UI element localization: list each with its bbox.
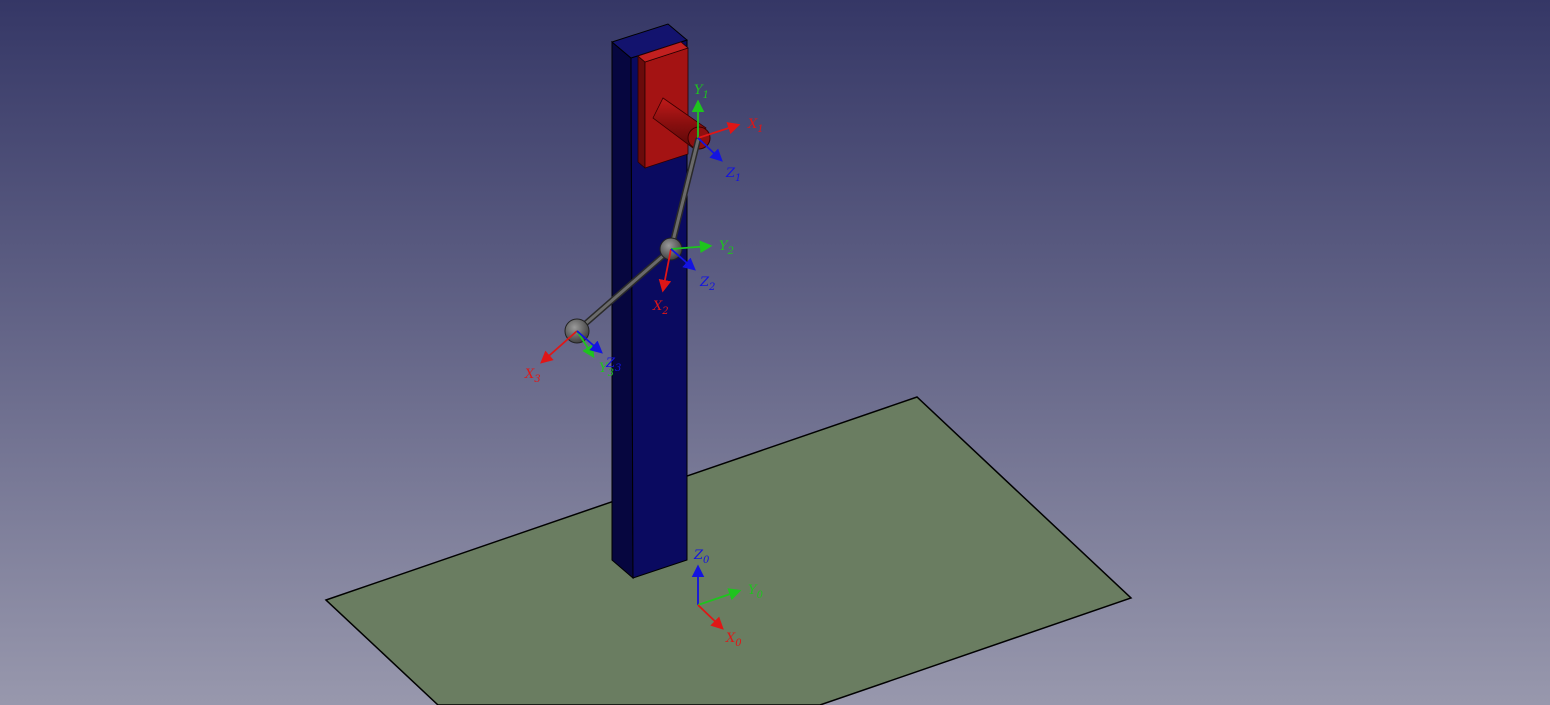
plate-side: [637, 55, 646, 169]
column-side-face: [611, 40, 634, 580]
3d-viewport[interactable]: Y1 X1 Z1 Y2 X2 Z2 X3 Y3 Z3 Z0 Y0 X0: [0, 0, 1550, 705]
scene-canvas[interactable]: Y1 X1 Z1 Y2 X2 Z2 X3 Y3 Z3 Z0 Y0 X0: [0, 0, 1550, 705]
